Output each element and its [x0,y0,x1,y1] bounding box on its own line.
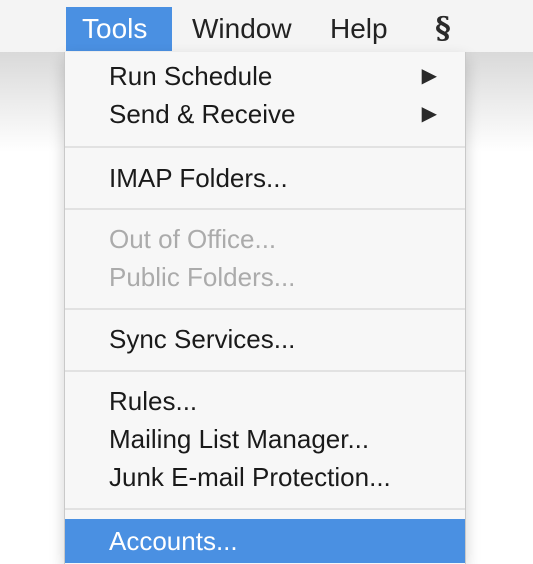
menu-separator [65,208,465,210]
menu-separator [65,508,465,510]
menu-item-accounts[interactable]: Accounts... [65,519,465,563]
menu-item-label: Run Schedule [109,61,273,91]
menu-item-label: IMAP Folders... [109,163,288,193]
submenu-arrow-icon: ▶ [421,65,437,87]
menu-item-label: Sync Services... [109,324,296,354]
menu-item-out-of-office: Out of Office... [65,220,465,258]
menu-item-run-schedule[interactable]: Run Schedule ▶ [65,57,465,95]
menubar-script[interactable]: § [420,7,466,51]
menu-item-label: Send & Receive [109,99,296,129]
script-menu-icon: § [435,11,451,46]
tools-dropdown-menu: Run Schedule ▶ Send & Receive ▶ IMAP Fol… [64,52,466,564]
menu-item-mailing-list-manager[interactable]: Mailing List Manager... [65,420,465,458]
menu-item-send-receive[interactable]: Send & Receive ▶ [65,95,465,133]
menu-item-label: Accounts... [109,526,238,556]
screen: Tools Window Help § Run Schedule ▶ Send … [0,0,533,564]
menubar-window[interactable]: Window [176,7,306,51]
menu-item-junk-email-protection[interactable]: Junk E-mail Protection... [65,458,465,496]
menu-item-label: Junk E-mail Protection... [109,462,391,492]
menubar-tools[interactable]: Tools [66,7,172,51]
menu-separator [65,146,465,148]
menu-item-rules[interactable]: Rules... [65,382,465,420]
menu-item-label: Mailing List Manager... [109,424,370,454]
menu-item-label: Public Folders... [109,262,296,292]
menubar-help[interactable]: Help [314,7,406,51]
window-chrome-left [0,52,64,152]
menu-item-label: Out of Office... [109,224,277,254]
window-chrome-right [466,52,533,152]
menu-item-sync-services[interactable]: Sync Services... [65,320,465,358]
menu-separator [65,370,465,372]
menu-bar: Tools Window Help § [0,0,533,52]
menu-item-public-folders: Public Folders... [65,258,465,296]
submenu-arrow-icon: ▶ [421,103,437,125]
menu-item-label: Rules... [109,386,198,416]
menu-separator [65,308,465,310]
menu-item-imap-folders[interactable]: IMAP Folders... [65,159,465,197]
